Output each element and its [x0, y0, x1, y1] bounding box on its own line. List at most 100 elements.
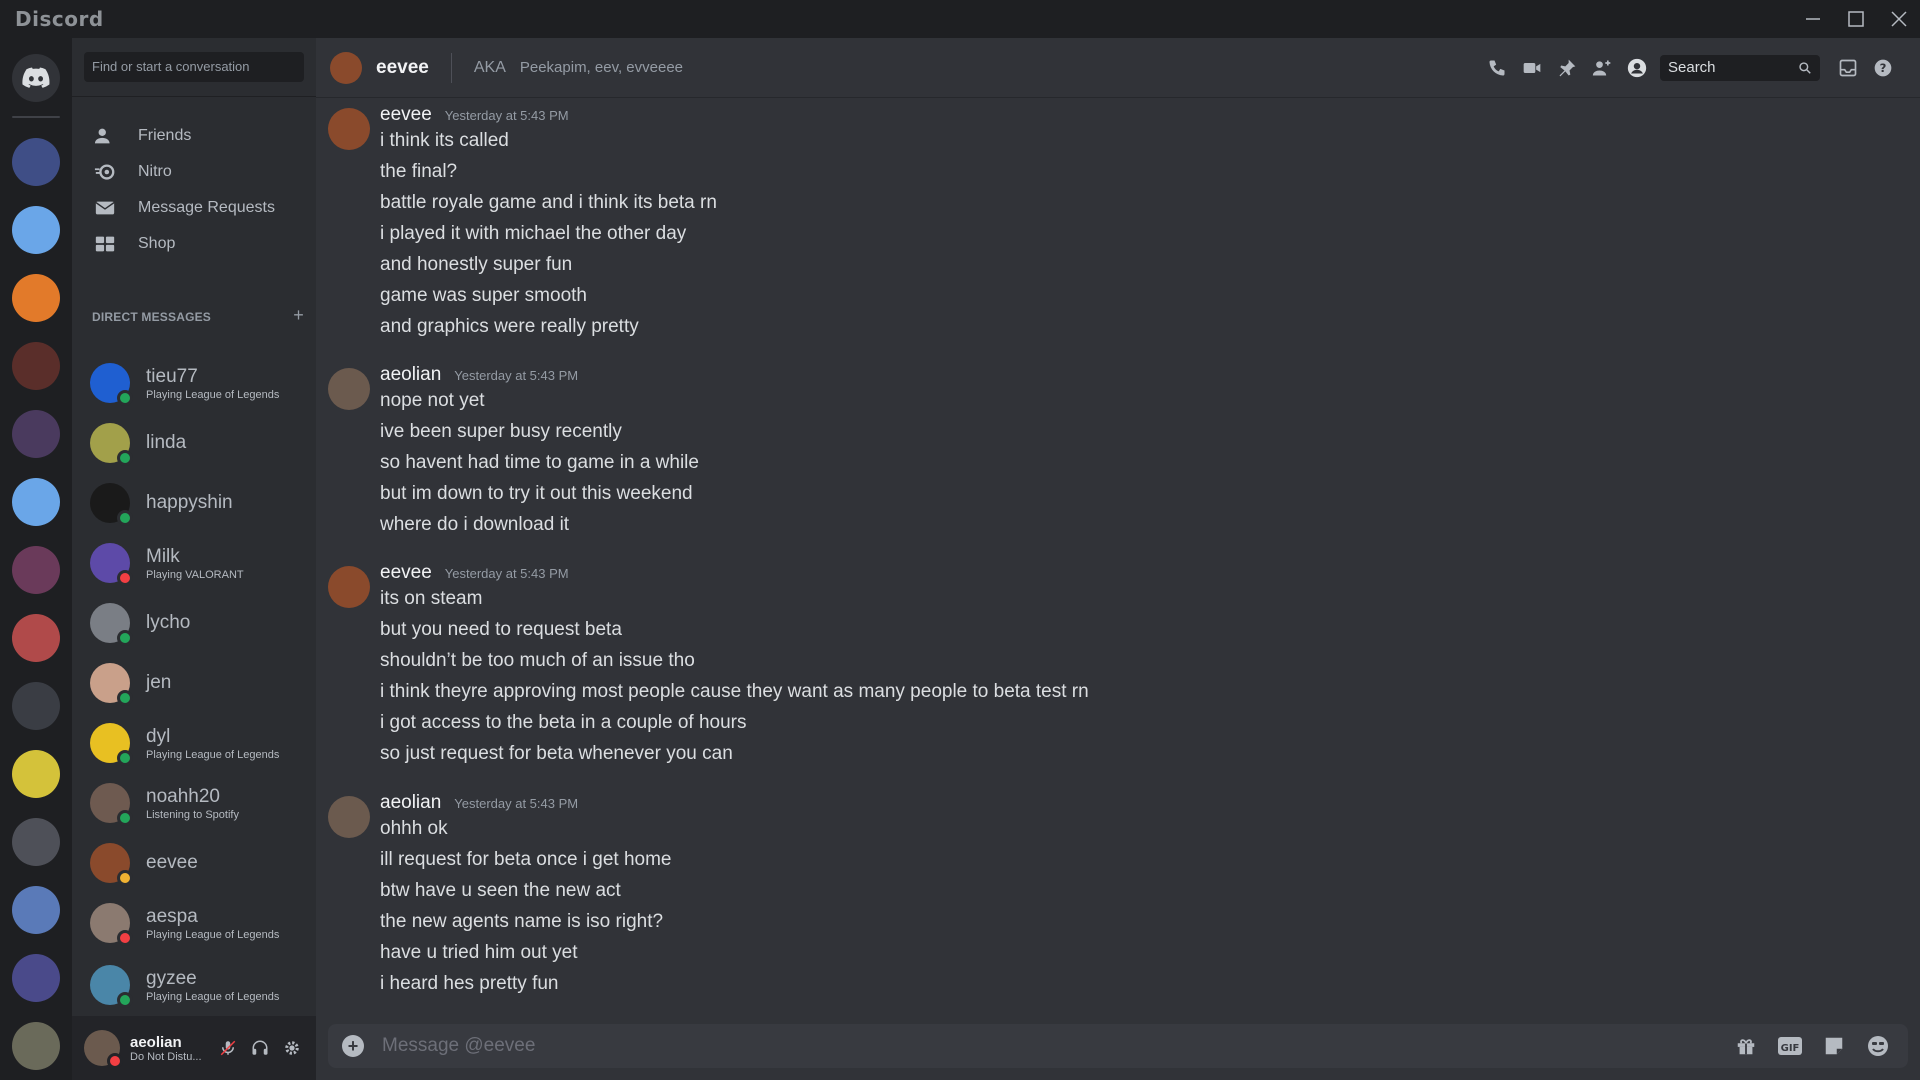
add-friends-to-dm-button[interactable] [1584, 50, 1619, 85]
search-icon [1799, 61, 1811, 74]
dm-avatar [90, 483, 133, 526]
dm-avatar [90, 423, 133, 466]
message-avatar[interactable] [328, 566, 370, 608]
server-icon-9[interactable] [12, 682, 60, 730]
online-status-icon [117, 810, 133, 826]
message-text: ill request for beta once i get home [380, 849, 672, 870]
mute-mic-button[interactable] [212, 1032, 244, 1064]
message-avatar[interactable] [328, 796, 370, 838]
server-icon-12[interactable] [12, 886, 60, 934]
dnd-status-icon [107, 1053, 123, 1069]
dm-item-eevee[interactable]: eevee [80, 838, 308, 888]
emoji-icon [1868, 1036, 1888, 1056]
dm-avatar [90, 363, 133, 406]
dm-name: Milk [146, 545, 180, 567]
gift-button[interactable] [1724, 1024, 1768, 1068]
message-text: i heard hes pretty fun [380, 973, 559, 994]
voice-call-button[interactable] [1479, 50, 1514, 85]
server-icon-5[interactable] [12, 410, 60, 458]
user-avatar[interactable] [84, 1030, 123, 1069]
create-dm-plus-icon[interactable]: + [293, 305, 304, 326]
dm-activity: Playing League of Legends [146, 990, 280, 1003]
server-icon-2[interactable] [12, 206, 60, 254]
message-author[interactable]: aeolian [380, 364, 441, 386]
server-icon-10[interactable] [12, 750, 60, 798]
server-icon-3[interactable] [12, 274, 60, 322]
dm-item-dyl[interactable]: dyl Playing League of Legends [80, 718, 308, 768]
user-status-text: Do Not Distu... [130, 1050, 202, 1063]
idle-status-icon [117, 870, 133, 886]
message-author[interactable]: eevee [380, 104, 432, 126]
server-icon-4[interactable] [12, 342, 60, 390]
online-status-icon [117, 992, 133, 1008]
server-icon-8[interactable] [12, 614, 60, 662]
aka-names: Peekapim, eev, evveeee [519, 59, 684, 76]
message-text: game was super smooth [380, 285, 587, 306]
message-composer[interactable]: + Message @eevee GIF [328, 1024, 1908, 1068]
dnd-status-icon [117, 570, 133, 586]
server-icon-1[interactable] [12, 138, 60, 186]
dm-activity: Playing VALORANT [146, 568, 244, 581]
message-input-placeholder[interactable]: Message @eevee [382, 1035, 535, 1057]
online-status-icon [117, 630, 133, 646]
pinned-messages-button[interactable] [1549, 50, 1584, 85]
message-text: the new agents name is iso right? [380, 911, 664, 932]
header-search-input[interactable]: Search [1660, 54, 1820, 81]
dm-item-jen[interactable]: jen [80, 658, 308, 708]
message-timestamp: Yesterday at 5:43 PM [444, 566, 569, 581]
close-button[interactable] [1877, 0, 1920, 38]
dm-item-linda[interactable]: linda [80, 418, 308, 468]
attach-plus-icon[interactable]: + [342, 1035, 364, 1057]
server-icon-7[interactable] [12, 546, 60, 594]
dm-item-happyshin[interactable]: happyshin [80, 478, 308, 528]
nav-label-shop: Shop [138, 235, 176, 252]
dm-item-gyzee[interactable]: gyzee Playing League of Legends [80, 960, 308, 1010]
gif-button[interactable]: GIF [1768, 1024, 1812, 1068]
dm-name: eevee [146, 852, 198, 873]
emoji-button[interactable] [1856, 1024, 1900, 1068]
dm-avatar [90, 843, 133, 886]
close-icon [1890, 11, 1907, 27]
video-call-button[interactable] [1514, 50, 1549, 85]
inbox-icon [1839, 59, 1856, 76]
app-brand: Discord [15, 7, 104, 31]
nav-label-message-requests: Message Requests [138, 199, 275, 216]
dm-item-tieu77[interactable]: tieu77 Playing League of Legends [80, 358, 308, 408]
home-button[interactable] [12, 54, 60, 102]
discord-logo-icon [22, 67, 50, 88]
gear-icon [285, 1041, 299, 1055]
user-settings-button[interactable] [276, 1032, 308, 1064]
user-panel: aeolian Do Not Distu... [72, 1016, 316, 1080]
minimize-button[interactable] [1791, 0, 1834, 38]
nav-item-shop[interactable]: Shop [80, 223, 308, 265]
maximize-button[interactable] [1834, 0, 1877, 38]
message-text: ohhh ok [380, 818, 448, 839]
message-author[interactable]: eevee [380, 562, 432, 584]
dm-item-noahh20[interactable]: noahh20 Listening to Spotify [80, 778, 308, 828]
conversation-search-button[interactable]: Find or start a conversation [84, 52, 304, 82]
dm-avatar [90, 543, 133, 586]
dm-item-Milk[interactable]: Milk Playing VALORANT [80, 538, 308, 588]
dm-item-aespa[interactable]: aespa Playing League of Legends [80, 898, 308, 948]
sticker-button[interactable] [1812, 1024, 1856, 1068]
deafen-button[interactable] [244, 1032, 276, 1064]
dm-name: lycho [146, 612, 191, 633]
help-button[interactable]: ? [1865, 50, 1900, 85]
server-icon-11[interactable] [12, 818, 60, 866]
server-icon-13[interactable] [12, 954, 60, 1002]
dnd-status-icon [117, 930, 133, 946]
message-text: ive been super busy recently [380, 421, 622, 442]
message-text: but you need to request beta [380, 619, 622, 640]
message-avatar[interactable] [328, 368, 370, 410]
dm-avatar [90, 965, 133, 1008]
message-author[interactable]: aeolian [380, 792, 441, 814]
message-list: eevee Yesterday at 5:43 PM i think its cal… [316, 98, 1920, 1018]
server-icon-14[interactable] [12, 1022, 60, 1070]
message-avatar[interactable] [328, 108, 370, 150]
message-text: so just request for beta whenever you ca… [380, 743, 733, 764]
server-icon-6[interactable] [12, 478, 60, 526]
message-timestamp: Yesterday at 5:43 PM [454, 796, 579, 811]
inbox-button[interactable] [1830, 50, 1865, 85]
dm-item-lycho[interactable]: lycho [80, 598, 308, 648]
user-profile-button[interactable] [1619, 50, 1654, 85]
